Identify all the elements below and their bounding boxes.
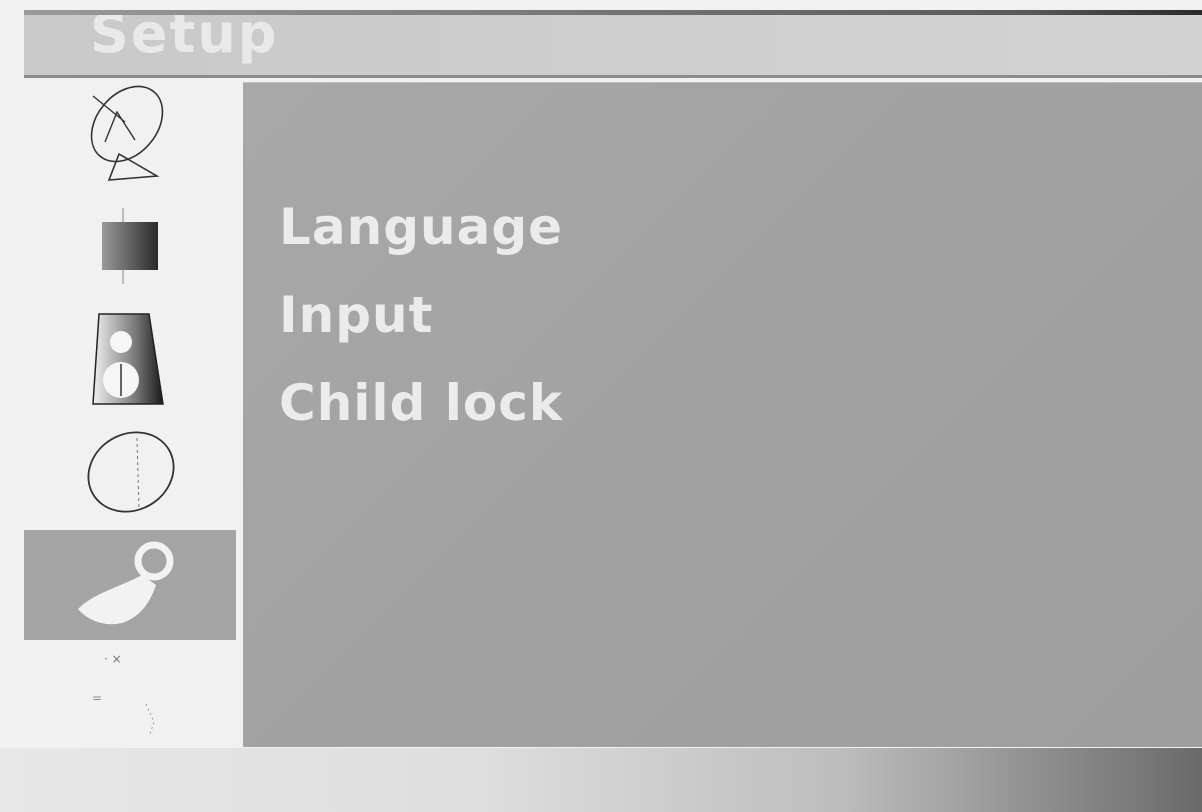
- menu-item-child-lock[interactable]: Child lock: [279, 359, 563, 447]
- sidebar-item-installation[interactable]: [24, 78, 236, 186]
- svg-text:=: =: [92, 691, 102, 705]
- sidebar-item-extra-2[interactable]: =: [24, 680, 236, 740]
- setup-screen: Setup · × = Language Input Child lock: [0, 0, 1202, 812]
- sidebar: · × =: [24, 78, 236, 746]
- sidebar-item-sound[interactable]: [24, 306, 236, 410]
- bottom-bar: [0, 748, 1202, 812]
- sound-icon: [92, 313, 164, 405]
- svg-text:· ×: · ×: [104, 652, 122, 666]
- globe-icon: [87, 431, 175, 513]
- content-panel: Language Input Child lock: [243, 82, 1202, 747]
- sidebar-item-picture[interactable]: [24, 198, 236, 294]
- sidebar-item-setup[interactable]: [24, 530, 236, 640]
- menu-item-input[interactable]: Input: [279, 271, 563, 359]
- setup-menu: Language Input Child lock: [279, 183, 563, 447]
- title-bar: Setup: [24, 15, 1202, 78]
- sidebar-item-features[interactable]: [24, 420, 236, 524]
- extra-icon: · ×: [104, 652, 122, 666]
- satellite-dish-icon: [90, 85, 164, 181]
- sidebar-item-extra[interactable]: · ×: [24, 644, 236, 674]
- page-title: Setup: [90, 15, 279, 65]
- menu-item-language[interactable]: Language: [279, 183, 563, 271]
- picture-icon: [102, 208, 158, 284]
- setup-tool-icon: [78, 541, 174, 625]
- extra-icon-2: =: [92, 691, 155, 735]
